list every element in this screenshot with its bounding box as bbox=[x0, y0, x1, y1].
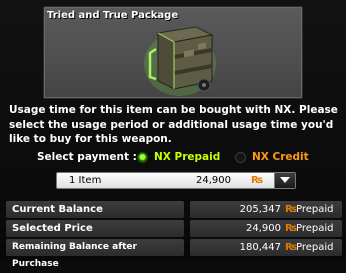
supply-crate-icon bbox=[144, 26, 216, 96]
summary-label: Selected Price bbox=[6, 220, 184, 237]
summary-value-box: 205,347 ₨ Prepaid bbox=[190, 201, 342, 218]
dropdown-arrow-button[interactable] bbox=[274, 173, 295, 188]
payment-option-nx-credit[interactable]: NX Credit bbox=[235, 150, 309, 164]
item-preview-panel: Tried and True Package bbox=[43, 6, 303, 99]
summary-amount: 180,447 bbox=[239, 242, 281, 253]
summary-payment-kind: Prepaid bbox=[296, 242, 334, 253]
dropdown-price: 24,900 bbox=[196, 175, 231, 186]
current-balance-row: Current Balance 205,347 ₨ Prepaid bbox=[6, 201, 342, 218]
nx-currency-icon: ₨ bbox=[251, 175, 264, 186]
summary-amount: 24,900 bbox=[246, 223, 281, 234]
payment-option-label: NX Prepaid bbox=[154, 151, 221, 163]
radio-selected-icon[interactable] bbox=[137, 151, 148, 163]
chevron-down-icon bbox=[280, 177, 290, 183]
summary-amount: 205,347 bbox=[239, 204, 281, 215]
selected-price-row: Selected Price 24,900 ₨ Prepaid bbox=[6, 220, 342, 237]
summary-value-box: 180,447 ₨ Prepaid bbox=[190, 239, 342, 256]
payment-method-label: Select payment : bbox=[37, 151, 137, 163]
summary-label: Remaining Balance after Purchase bbox=[6, 239, 184, 269]
purchase-description: Usage time for this item can be bought w… bbox=[9, 104, 338, 145]
summary-payment-kind: Prepaid bbox=[296, 223, 334, 234]
remaining-balance-row: Remaining Balance after Purchase 180,447… bbox=[6, 239, 342, 269]
summary-label: Current Balance bbox=[6, 201, 184, 218]
summary-payment-kind: Prepaid bbox=[296, 204, 334, 215]
payment-option-label: NX Credit bbox=[252, 151, 309, 163]
payment-option-nx-prepaid[interactable]: NX Prepaid bbox=[137, 150, 220, 164]
radio-unselected-icon[interactable] bbox=[235, 151, 246, 163]
usage-period-dropdown[interactable]: 1 Item 24,900 ₨ bbox=[56, 172, 296, 189]
dropdown-quantity: 1 Item bbox=[69, 175, 102, 186]
summary-value-box: 24,900 ₨ Prepaid bbox=[190, 220, 342, 237]
purchase-dialog: Tried and True Package Usage time for th… bbox=[0, 0, 346, 269]
